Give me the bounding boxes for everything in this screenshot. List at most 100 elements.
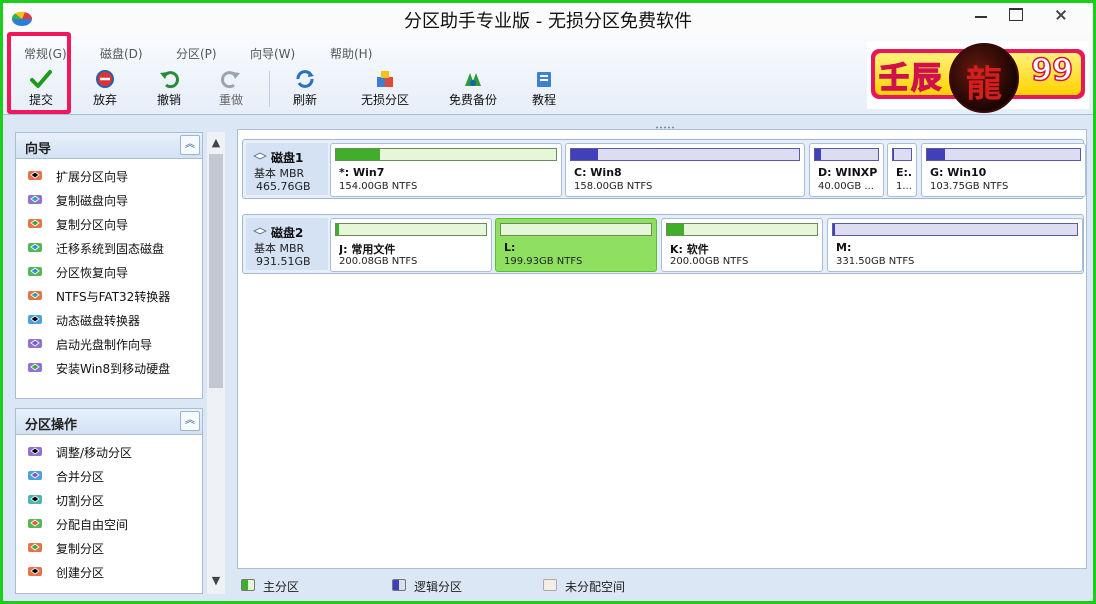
refresh-button[interactable]: 刷新 [275,69,335,111]
partition-block[interactable]: *: Win7 154.00GB NTFS [330,143,562,197]
partition-info: 103.75GB NTFS [930,181,1009,192]
lossless-partition-button[interactable]: 无损分区 [355,69,415,111]
partition-block[interactable]: M: 331.50GB NTFS [827,218,1083,272]
wizard-item[interactable]: 复制磁盘向导 [16,187,202,211]
extend-partition-icon [27,168,43,182]
free-backup-button[interactable]: 免费备份 [443,69,503,111]
wizard-item[interactable]: 扩展分区向导 [16,163,202,187]
usage-bar [892,148,912,161]
wizard-item-label: 启动光盘制作向导 [56,338,153,352]
menu-tab-help[interactable]: 帮助(H) [330,45,372,62]
legend-primary-label: 主分区 [263,580,300,594]
tutorial-label: 教程 [531,93,556,107]
sidebar-scrollbar[interactable]: ▲ ▼ [207,132,225,594]
disk-type: 基本 MBR [254,167,305,180]
menu-tab-wizard[interactable]: 向导(W) [250,45,295,62]
partition-name: C: Win8 [574,166,622,179]
partition-op-item[interactable]: 分配自由空间 [16,511,202,535]
disk-name: 磁盘2 [271,226,304,240]
usage-bar [570,148,800,161]
maximize-button[interactable] [999,3,1031,27]
redo-button[interactable]: 重做 [201,69,261,111]
wizard-item[interactable]: 安装Win8到移动硬盘 [16,355,202,379]
undo-label: 撤销 [156,93,181,107]
wizard-item[interactable]: 迁移系统到固态磁盘 [16,235,202,259]
partition-block[interactable]: K: 软件 200.00GB NTFS [661,218,823,272]
unallocated-swatch [543,579,557,591]
logo-text: 壬辰 [878,60,943,97]
wizard-item[interactable]: 复制分区向导 [16,211,202,235]
usage-bar-fill [927,149,946,160]
partition-op-item[interactable]: 合并分区 [16,463,202,487]
partition-info: 331.50GB NTFS [836,256,915,267]
usage-bar-fill [667,224,684,235]
partition-block[interactable]: L: 199.93GB NTFS [495,218,657,272]
ntfs-fat32-converter-icon [27,288,43,302]
disk-label[interactable]: 磁盘1 基本 MBR 465.76GB [246,143,328,195]
refresh-icon [296,70,314,88]
dragon-emblem-icon: 龍 [949,43,1019,113]
close-button[interactable] [1033,3,1089,27]
wizard-list: 扩展分区向导 复制磁盘向导复制分区向导迁移系统到固态磁盘分区恢复向导 NTFS与FA… [16,159,202,379]
partition-op-item[interactable]: 调整/移动分区 [16,439,202,463]
collapse-partition-ops-button[interactable]: ︽ [180,411,200,431]
scroll-thumb[interactable] [209,154,223,388]
title-bar: 分区助手专业版 - 无损分区免费软件 [3,3,1093,35]
partition-op-item[interactable]: 创建分区 [16,559,202,583]
wizard-item[interactable]: 分区恢复向导 [16,259,202,283]
collapse-wizard-button[interactable]: ︽ [180,135,200,155]
partition-block[interactable]: C: Win8 158.00GB NTFS [565,143,805,197]
partition-info: 1... [896,181,912,192]
brand-logo: 壬辰 龍 99 [867,41,1089,113]
wizard-panel-title: 向导 [25,142,52,157]
window-title: 分区助手专业版 - 无损分区免费软件 [404,11,692,32]
partition-info: 154.00GB NTFS [339,181,418,192]
partition-ops-panel: 分区操作 ︽ 调整/移动分区 合并分区切割分区 分配自由空间复制分区创建分区 [15,408,203,594]
partition-block[interactable]: G: Win10 103.75GB NTFS [921,143,1086,197]
wizard-item-label: 迁移系统到固态磁盘 [56,242,165,256]
menu-tab-disk[interactable]: 磁盘(D) [100,45,143,62]
usage-bar [335,223,487,236]
partition-op-item-label: 合并分区 [56,470,105,484]
tutorial-button[interactable]: 教程 [514,69,574,111]
partition-ops-title: 分区操作 [25,418,78,433]
partition-op-item[interactable]: 复制分区 [16,535,202,559]
disk-icon [253,152,267,160]
migrate-os-icon [27,240,43,254]
scroll-up-arrow-icon[interactable]: ▲ [207,136,225,150]
partition-recovery-icon [27,264,43,278]
disk-row: 磁盘2 基本 MBR 931.51GB J: 常用文件 200.08GB NTFS L: 1… [242,214,1084,274]
partition-name: K: 软件 [670,243,709,256]
menu-tab-partition[interactable]: 分区(P) [176,45,217,62]
undo-button[interactable]: 撤销 [139,69,199,111]
partition-ops-list: 调整/移动分区 合并分区切割分区 分配自由空间复制分区创建分区 [16,435,202,583]
logo-number: 99 [1031,52,1074,89]
wizard-item-label: NTFS与FAT32转换器 [56,290,171,304]
wizard-item-label: 复制分区向导 [56,218,129,232]
partition-op-item-label: 调整/移动分区 [56,446,133,460]
wizard-item[interactable]: 启动光盘制作向导 [16,331,202,355]
logical-swatch [392,579,406,591]
partition-block[interactable]: E:... 1... [887,143,917,197]
discard-button[interactable]: 放弃 [75,69,135,111]
partition-op-item-label: 复制分区 [56,542,105,556]
left-sidebar: 向导 ︽ 扩展分区向导 复制磁盘向导复制分区向导迁移系统到固态磁盘分区恢复向导 NT… [13,132,227,594]
undo-icon [160,71,179,89]
lossless-partition-icon [377,71,393,87]
partition-block[interactable]: J: 常用文件 200.08GB NTFS [330,218,492,272]
partition-op-item[interactable]: 切割分区 [16,487,202,511]
resize-move-icon [27,444,43,458]
scroll-down-arrow-icon[interactable]: ▼ [207,574,225,588]
commit-highlight-box [7,32,71,114]
partition-info: 200.00GB NTFS [670,256,749,267]
minimize-button[interactable] [965,3,997,27]
toolbar-separator [269,71,270,107]
wizard-item-label: 安装Win8到移动硬盘 [56,362,171,376]
disk-label[interactable]: 磁盘2 基本 MBR 931.51GB [246,218,328,270]
partition-block[interactable]: D: WINXP 40.00GB ... [809,143,884,197]
legend-unallocated-label: 未分配空间 [565,580,626,594]
allocate-space-icon [27,516,43,530]
wizard-item[interactable]: NTFS与FAT32转换器 [16,283,202,307]
usage-bar-fill [815,149,822,160]
wizard-item[interactable]: 动态磁盘转换器 [16,307,202,331]
